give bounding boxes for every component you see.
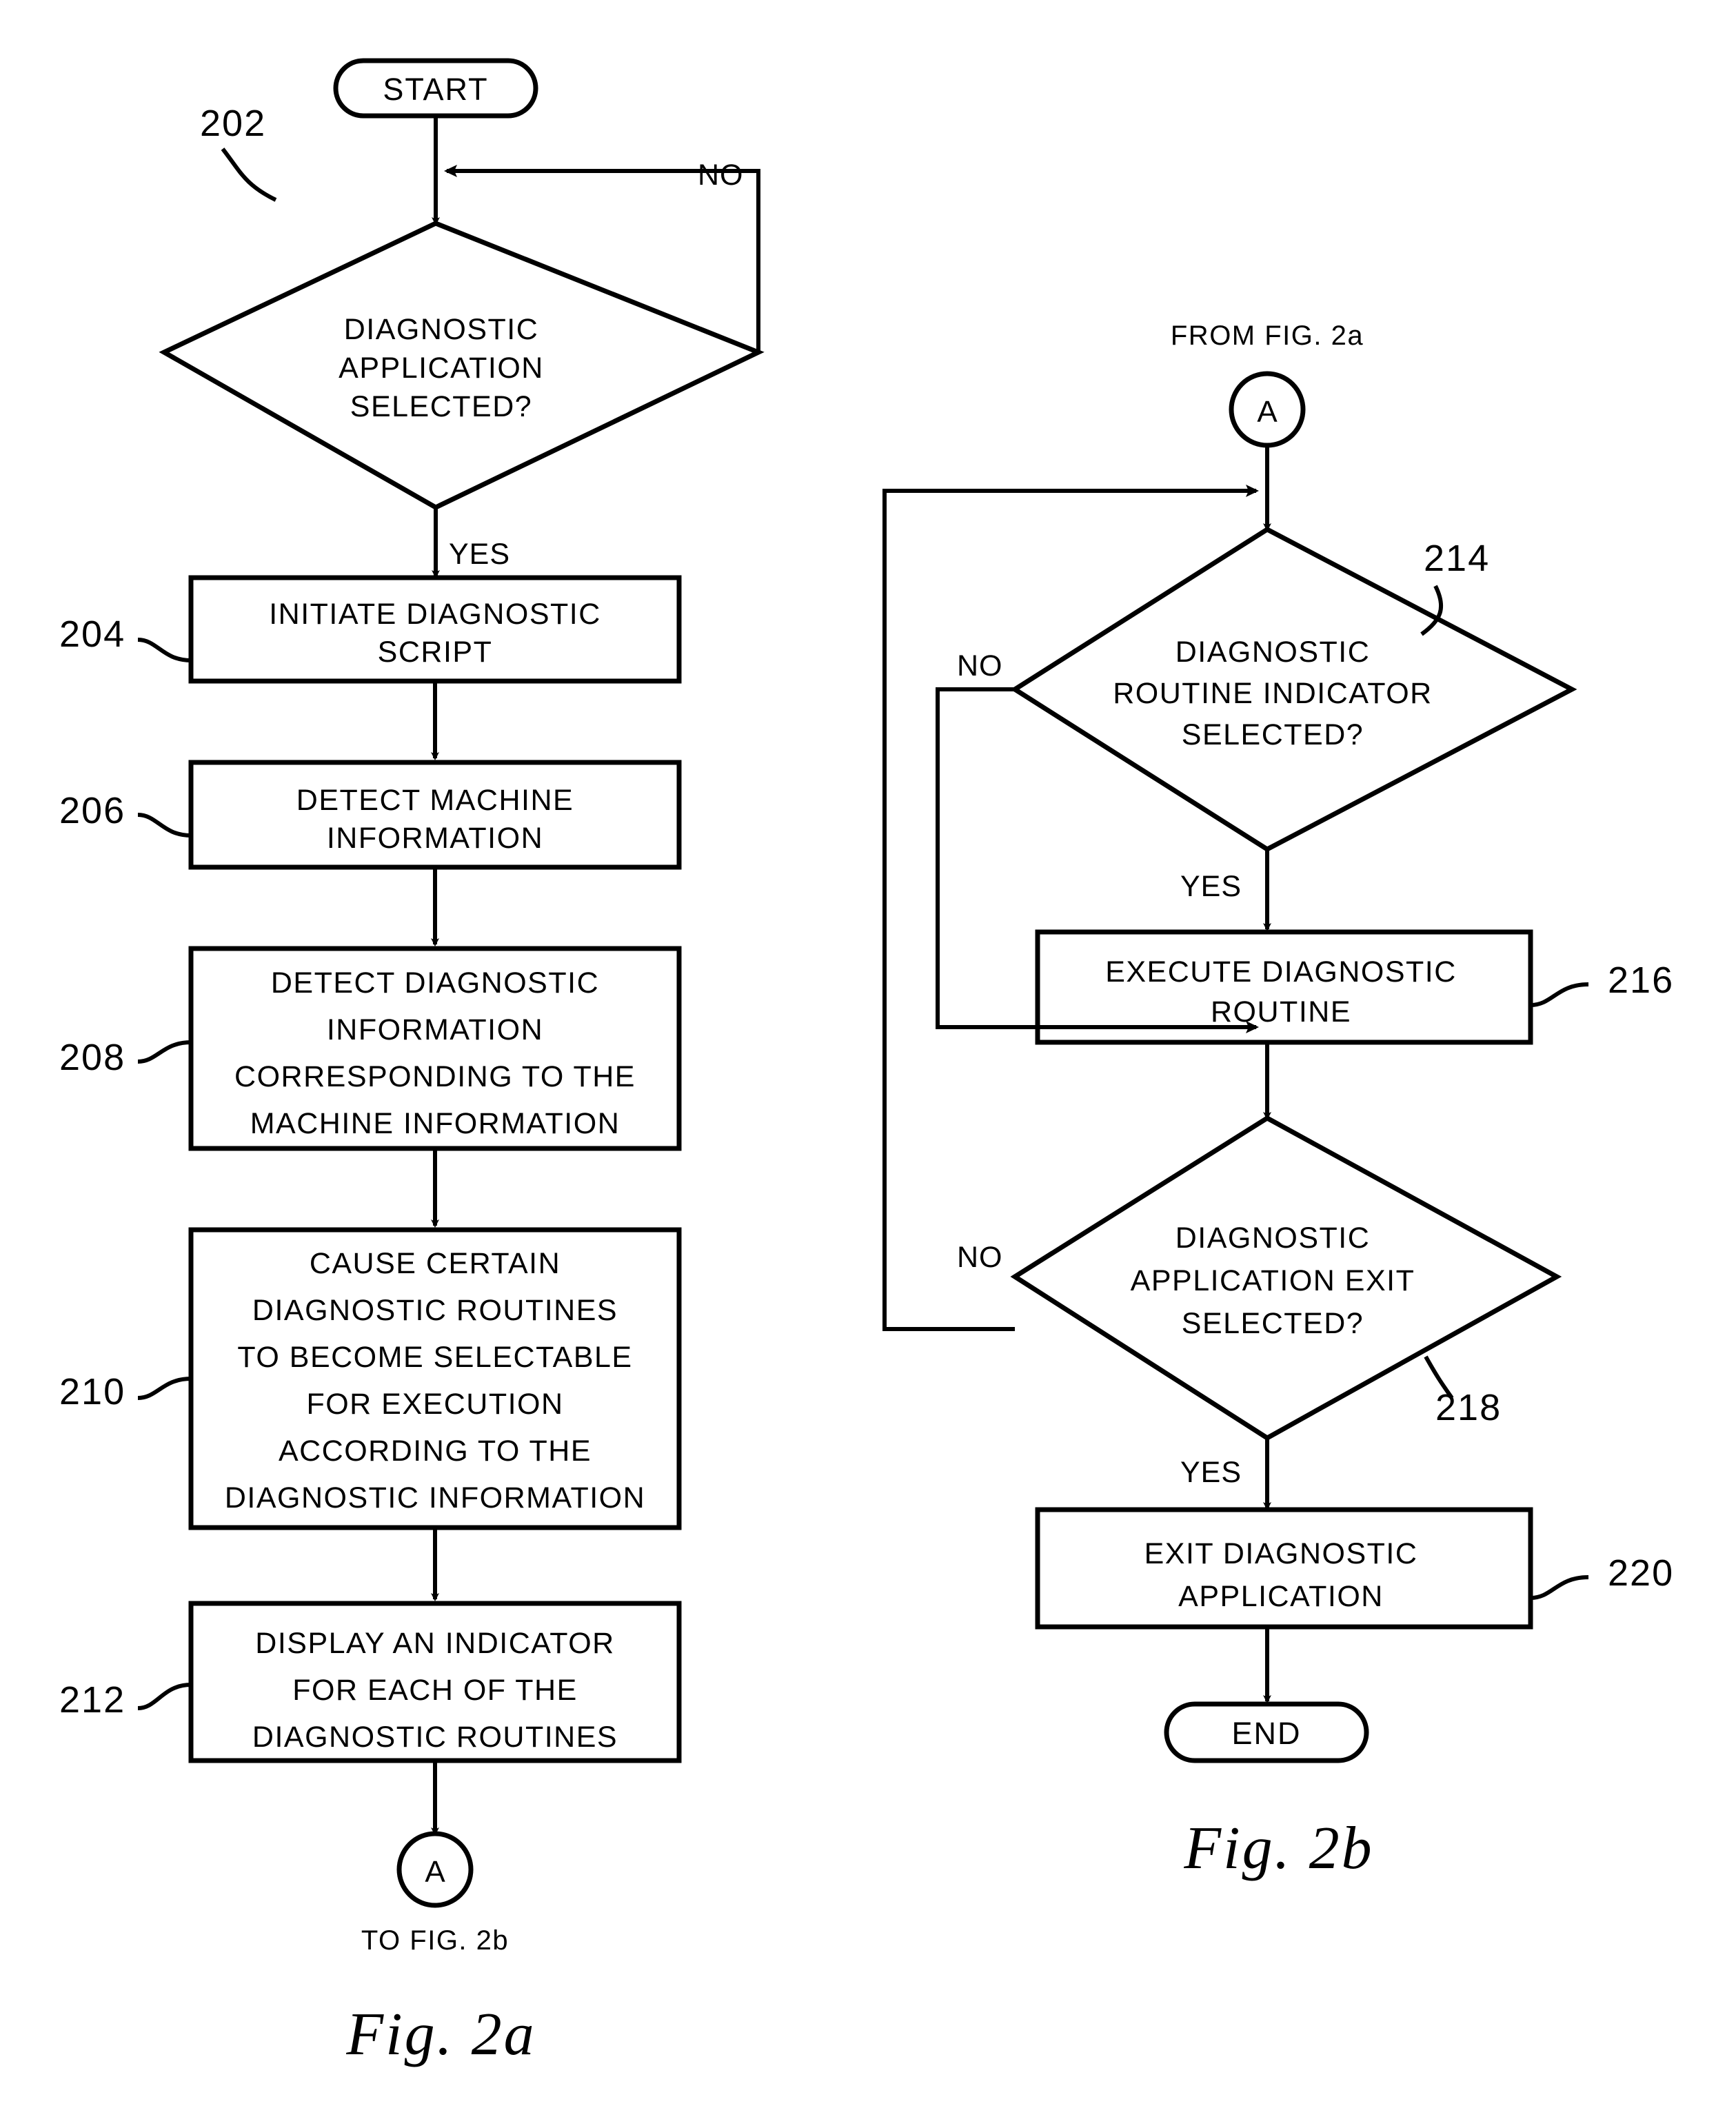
ref-label-220: 220 bbox=[1608, 1552, 1674, 1594]
start-label: START bbox=[383, 72, 488, 107]
box-206-line1: DETECT MACHINE bbox=[296, 784, 574, 817]
ref-leader-line-210 bbox=[137, 1377, 192, 1400]
decision-202-no-label: NO bbox=[698, 159, 744, 192]
decision-214-yes-label: YES bbox=[1180, 870, 1242, 903]
ref-leader-line-212 bbox=[137, 1683, 192, 1710]
ref-leader-204: 204 bbox=[59, 614, 192, 662]
box-212-line2: FOR EACH OF THE bbox=[292, 1674, 578, 1707]
ref-leader-line-208 bbox=[137, 1040, 192, 1064]
decision-218-line1: DIAGNOSTIC bbox=[1175, 1222, 1371, 1255]
box-208-line2: INFORMATION bbox=[327, 1013, 543, 1046]
decision-218-yes-label: YES bbox=[1180, 1456, 1242, 1489]
box-208-line3: CORRESPONDING TO THE bbox=[234, 1060, 636, 1093]
decision-214-line3: SELECTED? bbox=[1182, 718, 1364, 751]
box-206-line2: INFORMATION bbox=[327, 822, 543, 855]
decision-218-no-label: NO bbox=[957, 1241, 1003, 1274]
decision-202-line2: APPLICATION bbox=[339, 352, 544, 385]
decision-202-yes-label: YES bbox=[449, 538, 510, 571]
ref-label-208: 208 bbox=[59, 1037, 125, 1078]
box-210-line6: DIAGNOSTIC INFORMATION bbox=[225, 1481, 645, 1514]
box-208-line1: DETECT DIAGNOSTIC bbox=[271, 966, 599, 1000]
ref-leader-line-204 bbox=[137, 638, 192, 662]
box-204-line1: INITIATE DIAGNOSTIC bbox=[269, 598, 601, 631]
to-fig-2b-caption: TO FIG. 2b bbox=[361, 1925, 509, 1956]
process-box-210: CAUSE CERTAIN DIAGNOSTIC ROUTINES TO BEC… bbox=[188, 1227, 682, 1530]
connector-a-in-label: A bbox=[1257, 395, 1278, 429]
flowchart-canvas: START DIAGNOSTIC APPLICATION SELECTED? 2… bbox=[59, 58, 1674, 2068]
box-212-line3: DIAGNOSTIC ROUTINES bbox=[252, 1721, 618, 1754]
ref-label-218: 218 bbox=[1435, 1387, 1502, 1428]
connector-a-in: A bbox=[1229, 371, 1306, 448]
process-box-212: DISPLAY AN INDICATOR FOR EACH OF THE DIA… bbox=[188, 1601, 682, 1763]
start-terminator: START bbox=[333, 58, 538, 119]
ref-leader-214: 214 bbox=[1420, 538, 1490, 636]
ref-leader-216: 216 bbox=[1530, 960, 1674, 1007]
decision-214-line2: ROUTINE INDICATOR bbox=[1113, 677, 1432, 710]
box-210-line2: DIAGNOSTIC ROUTINES bbox=[252, 1294, 618, 1327]
edge-218-no-loopback bbox=[882, 485, 1259, 1331]
ref-label-206: 206 bbox=[59, 790, 125, 831]
process-box-220: EXIT DIAGNOSTIC APPLICATION bbox=[1035, 1507, 1533, 1630]
end-label: END bbox=[1231, 1716, 1301, 1751]
box-210-line1: CAUSE CERTAIN bbox=[310, 1247, 561, 1280]
ref-label-204: 204 bbox=[59, 614, 125, 655]
decision-214-line1: DIAGNOSTIC bbox=[1175, 636, 1371, 669]
ref-leader-line-216 bbox=[1530, 982, 1589, 1007]
decision-202-line1: DIAGNOSTIC bbox=[344, 313, 539, 346]
ref-leader-210: 210 bbox=[59, 1371, 192, 1412]
ref-label-216: 216 bbox=[1608, 960, 1674, 1001]
decision-202-line3: SELECTED? bbox=[350, 390, 532, 423]
decision-218-line2: APPLICATION EXIT bbox=[1131, 1264, 1415, 1297]
box-210-line3: TO BECOME SELECTABLE bbox=[237, 1341, 632, 1374]
connector-a-out: A bbox=[396, 1831, 474, 1908]
fig-2a-caption: Fig. 2a bbox=[345, 2001, 536, 2068]
ref-label-210: 210 bbox=[59, 1371, 125, 1412]
ref-leader-206: 206 bbox=[59, 790, 192, 838]
ref-leader-line-220 bbox=[1530, 1575, 1589, 1600]
box-204-line2: SCRIPT bbox=[378, 636, 493, 669]
ref-label-202: 202 bbox=[200, 103, 266, 144]
box-210-line4: FOR EXECUTION bbox=[306, 1388, 563, 1421]
process-box-204: INITIATE DIAGNOSTIC SCRIPT bbox=[188, 575, 682, 684]
ref-leader-218: 218 bbox=[1424, 1355, 1502, 1428]
decision-218-line3: SELECTED? bbox=[1182, 1307, 1364, 1340]
box-212-line1: DISPLAY AN INDICATOR bbox=[255, 1627, 614, 1660]
ref-leader-212: 212 bbox=[59, 1679, 192, 1721]
ref-leader-208: 208 bbox=[59, 1037, 192, 1078]
from-fig-2a-caption: FROM FIG. 2a bbox=[1171, 321, 1364, 351]
ref-leader-220: 220 bbox=[1530, 1552, 1674, 1600]
process-box-206: DETECT MACHINE INFORMATION bbox=[188, 760, 682, 870]
connector-a-out-label: A bbox=[425, 1855, 445, 1889]
box-220-line1: EXIT DIAGNOSTIC bbox=[1144, 1537, 1418, 1570]
box-216-line1: EXECUTE DIAGNOSTIC bbox=[1105, 955, 1457, 989]
box-208-line4: MACHINE INFORMATION bbox=[250, 1107, 620, 1140]
ref-leader-line-202 bbox=[221, 148, 277, 202]
decision-202: DIAGNOSTIC APPLICATION SELECTED? bbox=[159, 221, 765, 510]
process-box-208: DETECT DIAGNOSTIC INFORMATION CORRESPOND… bbox=[188, 946, 682, 1151]
patent-figure-sheet: START DIAGNOSTIC APPLICATION SELECTED? 2… bbox=[0, 0, 1736, 2108]
ref-leader-202: 202 bbox=[200, 103, 277, 202]
fig-2b-caption: Fig. 2b bbox=[1183, 1815, 1373, 1882]
decision-214-no-label: NO bbox=[957, 649, 1003, 682]
box-220-line2: APPLICATION bbox=[1178, 1580, 1384, 1613]
ref-label-214: 214 bbox=[1424, 538, 1490, 579]
ref-leader-line-206 bbox=[137, 813, 192, 838]
box-210-line5: ACCORDING TO THE bbox=[279, 1435, 592, 1468]
box-216-line2: ROUTINE bbox=[1211, 995, 1351, 1028]
ref-label-212: 212 bbox=[59, 1679, 125, 1721]
end-terminator: END bbox=[1164, 1701, 1369, 1763]
